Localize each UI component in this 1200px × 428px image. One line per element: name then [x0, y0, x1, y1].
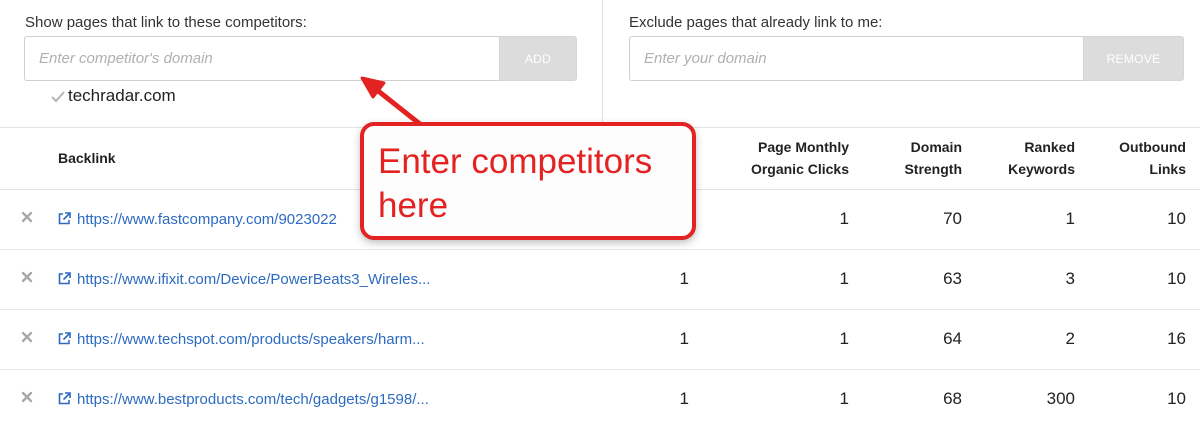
- cell-col1: 1: [540, 369, 703, 428]
- cell-organic-clicks: 1: [703, 249, 863, 310]
- table-row: https://www.bestproducts.com/tech/gadget…: [0, 369, 1200, 428]
- exclude-filter-label: Exclude pages that already link to me:: [629, 14, 883, 31]
- exclude-input-group: REMOVE: [629, 36, 1184, 81]
- header-strength-line2: Strength: [904, 161, 962, 178]
- cell-organic-clicks: 1: [703, 369, 863, 428]
- remove-row-cell: [0, 249, 50, 310]
- cell-ranked-keywords: 1: [976, 189, 1089, 250]
- cell-domain-strength: 70: [863, 189, 976, 250]
- backlink-cell: https://www.techspot.com/products/speake…: [50, 309, 540, 370]
- backlink-url[interactable]: https://www.bestproducts.com/tech/gadget…: [77, 391, 429, 408]
- add-competitor-button[interactable]: ADD: [499, 36, 577, 81]
- exclude-domain-filter: Exclude pages that already link to me: R…: [604, 0, 1200, 127]
- remove-domain-button[interactable]: REMOVE: [1083, 36, 1184, 81]
- external-link-icon[interactable]: [57, 391, 72, 406]
- cell-organic-clicks: 1: [703, 189, 863, 250]
- header-outbound-links[interactable]: Outbound Links: [1089, 128, 1200, 190]
- annotation-callout: Enter competitors here: [360, 122, 696, 240]
- annotation-line2: here: [378, 186, 449, 225]
- remove-x-icon[interactable]: [20, 270, 34, 284]
- cell-outbound-links: 10: [1089, 189, 1200, 250]
- header-clicks-line2: Organic Clicks: [750, 161, 849, 178]
- cell-col1: 1: [540, 309, 703, 370]
- remove-x-icon[interactable]: [20, 390, 34, 404]
- include-competitors-filter: Show pages that link to these competitor…: [0, 0, 603, 127]
- remove-x-icon[interactable]: [20, 330, 34, 344]
- backlink-url[interactable]: https://www.fastcompany.com/9023022: [77, 211, 337, 228]
- table-row: https://www.techspot.com/products/speake…: [0, 309, 1200, 370]
- cell-organic-clicks: 1: [703, 309, 863, 370]
- filters-panel: Show pages that link to these competitor…: [0, 0, 1200, 128]
- backlink-cell: https://www.ifixit.com/Device/PowerBeats…: [50, 249, 540, 310]
- header-keywords-line2: Keywords: [1008, 161, 1075, 178]
- cell-outbound-links: 10: [1089, 369, 1200, 428]
- header-domain-strength[interactable]: Domain Strength: [863, 128, 976, 190]
- table-row: https://www.ifixit.com/Device/PowerBeats…: [0, 249, 1200, 310]
- competitor-input-group: ADD: [24, 36, 577, 81]
- external-link-icon[interactable]: [57, 271, 72, 286]
- cell-domain-strength: 68: [863, 369, 976, 428]
- header-keywords-line1: Ranked: [1024, 139, 1075, 156]
- cell-outbound-links: 10: [1089, 249, 1200, 310]
- remove-row-cell: [0, 189, 50, 250]
- header-outbound-line2: Links: [1149, 161, 1186, 178]
- header-page-monthly-organic-clicks[interactable]: Page Monthly Organic Clicks: [703, 128, 863, 190]
- remove-row-cell: [0, 369, 50, 428]
- backlink-cell: https://www.bestproducts.com/tech/gadget…: [50, 369, 540, 428]
- header-ranked-keywords[interactable]: Ranked Keywords: [976, 128, 1089, 190]
- your-domain-input[interactable]: [629, 36, 1083, 81]
- cell-ranked-keywords: 2: [976, 309, 1089, 370]
- annotation-line1: Enter competitors: [378, 142, 653, 181]
- cell-ranked-keywords: 300: [976, 369, 1089, 428]
- header-outbound-line1: Outbound: [1119, 139, 1186, 156]
- cell-ranked-keywords: 3: [976, 249, 1089, 310]
- header-clicks-line1: Page Monthly: [757, 139, 849, 156]
- competitor-tag: techradar.com: [50, 86, 176, 106]
- remove-x-icon[interactable]: [20, 210, 34, 224]
- cell-domain-strength: 63: [863, 249, 976, 310]
- annotation-text: Enter competitors here: [378, 140, 688, 228]
- cell-domain-strength: 64: [863, 309, 976, 370]
- cell-col1: 1: [540, 249, 703, 310]
- external-link-icon[interactable]: [57, 331, 72, 346]
- include-filter-label: Show pages that link to these competitor…: [25, 14, 307, 31]
- backlink-url[interactable]: https://www.ifixit.com/Device/PowerBeats…: [77, 271, 430, 288]
- backlink-url[interactable]: https://www.techspot.com/products/speake…: [77, 331, 425, 348]
- remove-row-cell: [0, 309, 50, 370]
- header-strength-line1: Domain: [910, 139, 962, 156]
- check-icon: [50, 88, 66, 104]
- competitor-domain-input[interactable]: [24, 36, 499, 81]
- competitor-domain: techradar.com: [68, 86, 176, 105]
- external-link-icon[interactable]: [57, 211, 72, 226]
- header-remove: [0, 128, 50, 190]
- cell-outbound-links: 16: [1089, 309, 1200, 370]
